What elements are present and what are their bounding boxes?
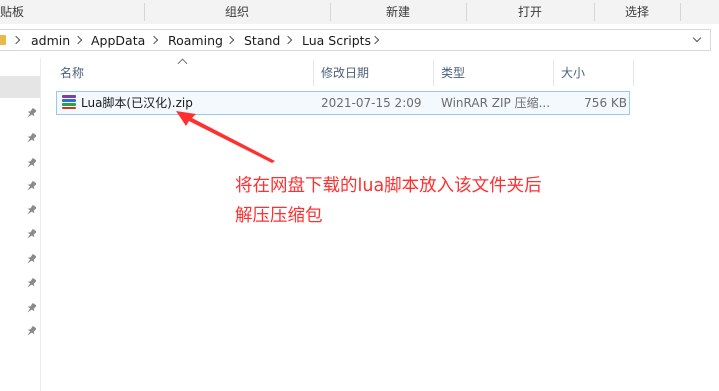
annotation-arrow-shape	[176, 111, 275, 163]
annotation-text-line1: 将在网盘下载的lua脚本放入该文件夹后	[235, 176, 542, 196]
annotation-text-line2: 解压压缩包	[235, 206, 323, 226]
